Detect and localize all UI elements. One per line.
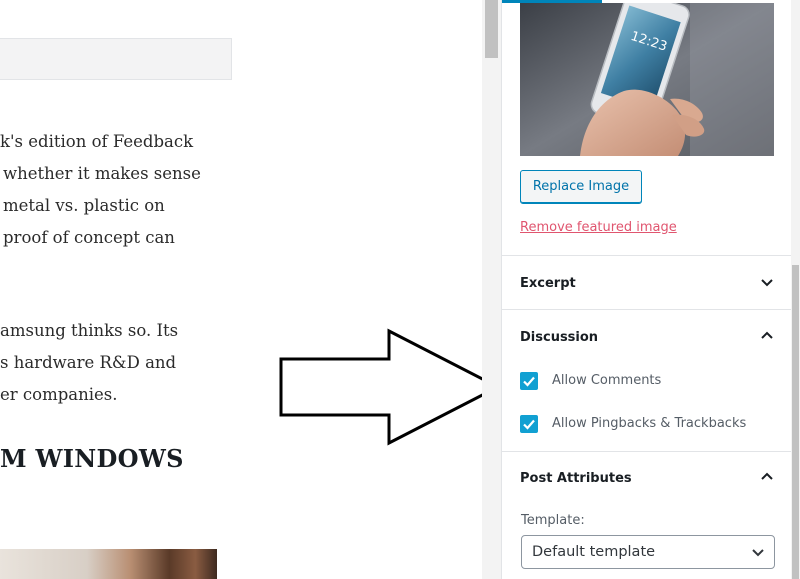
sidebar-scrollbar[interactable]: [791, 0, 800, 579]
paragraph-line[interactable]: amsung thinks so. Its: [0, 321, 178, 340]
chevron-down-icon[interactable]: [759, 274, 775, 290]
chevron-down-icon: [752, 549, 764, 557]
panel-divider: [502, 255, 792, 256]
editor-scrollbar-thumb[interactable]: [485, 0, 498, 58]
paragraph-line[interactable]: whether it makes sense: [3, 164, 201, 183]
allow-comments-checkbox[interactable]: [520, 372, 538, 390]
editor-scrollbar[interactable]: [482, 0, 501, 579]
paragraph-line[interactable]: metal vs. plastic on: [3, 196, 165, 215]
discussion-panel-title[interactable]: Discussion: [520, 330, 598, 345]
template-select-value: Default template: [532, 544, 656, 560]
paragraph-line[interactable]: proof of concept can: [3, 228, 175, 247]
remove-featured-image-link[interactable]: Remove featured image: [520, 220, 677, 235]
phone-in-hand-photo-icon: 12:23: [520, 3, 774, 156]
arrow-annotation-icon: [279, 328, 502, 446]
post-attributes-panel-title[interactable]: Post Attributes: [520, 471, 632, 486]
replace-image-button[interactable]: Replace Image: [520, 170, 642, 204]
featured-image-preview[interactable]: 12:23: [520, 3, 774, 156]
checkmark-icon: [523, 419, 535, 430]
content-image[interactable]: [0, 549, 217, 579]
settings-sidebar: 12:23 Replace Image Remove featured imag…: [501, 0, 792, 579]
panel-divider: [502, 309, 792, 310]
paragraph-line[interactable]: k's edition of Feedback: [0, 132, 193, 151]
editor-block-input[interactable]: [0, 38, 232, 80]
paragraph-line[interactable]: er companies.: [0, 385, 118, 404]
chevron-up-icon[interactable]: [759, 328, 775, 344]
editor-canvas: k's edition of Feedback whether it makes…: [0, 0, 482, 579]
allow-pingbacks-checkbox[interactable]: [520, 415, 538, 433]
template-select[interactable]: Default template: [521, 535, 775, 569]
allow-comments-label[interactable]: Allow Comments: [552, 373, 661, 388]
panel-divider: [502, 451, 792, 452]
excerpt-panel-title[interactable]: Excerpt: [520, 276, 576, 291]
paragraph-line[interactable]: s hardware R&D and: [0, 353, 176, 372]
allow-pingbacks-label[interactable]: Allow Pingbacks & Trackbacks: [552, 416, 746, 431]
checkmark-icon: [523, 376, 535, 387]
content-heading[interactable]: M WINDOWS: [0, 444, 184, 473]
chevron-up-icon[interactable]: [759, 469, 775, 485]
sidebar-scrollbar-thumb[interactable]: [792, 265, 799, 579]
template-label: Template:: [521, 513, 585, 528]
